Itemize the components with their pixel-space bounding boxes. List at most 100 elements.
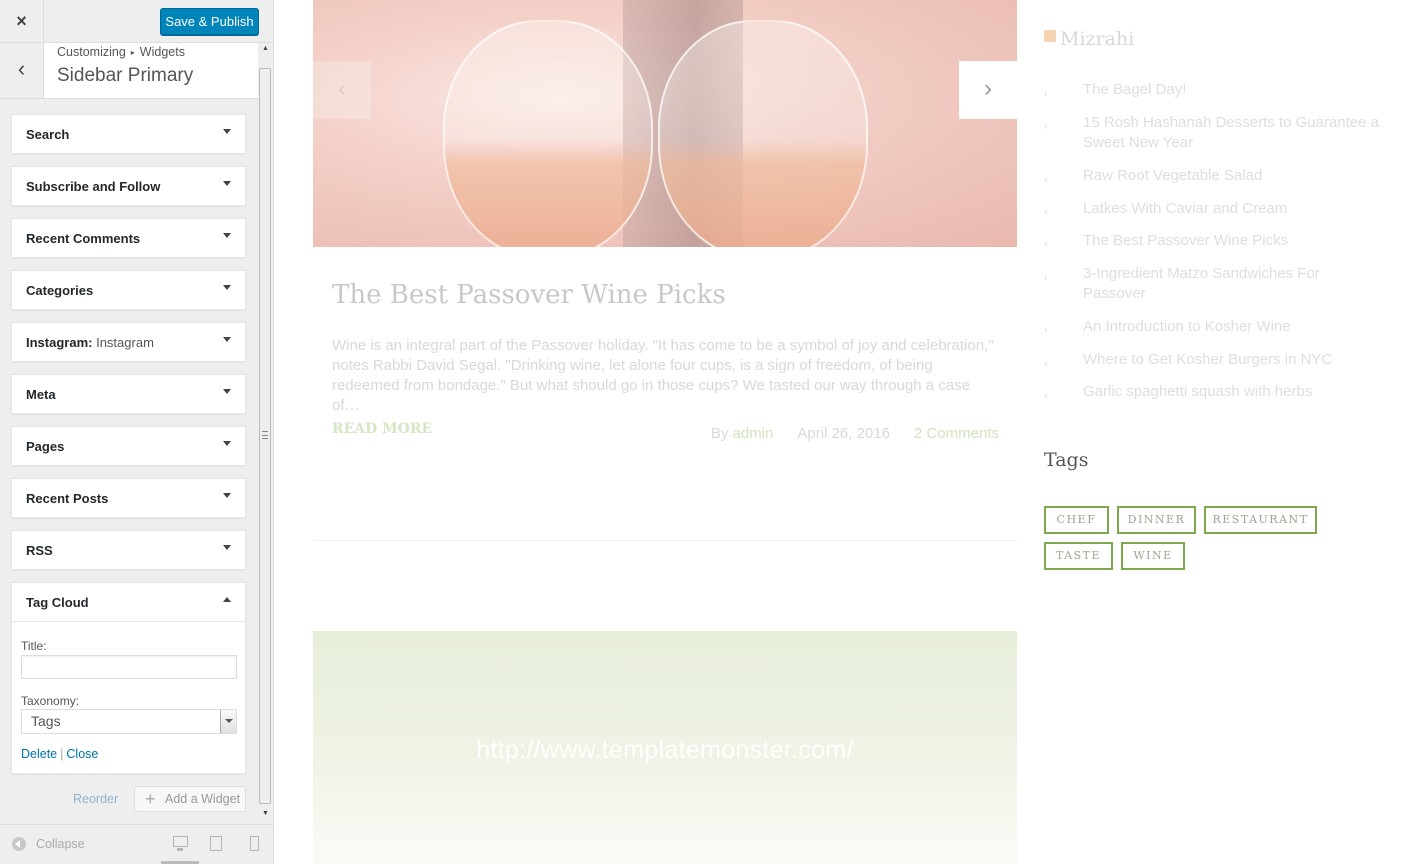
widget-pages[interactable]: Pages <box>11 426 246 466</box>
close-icon[interactable]: × <box>0 0 44 43</box>
save-publish-button[interactable]: Save & Publish <box>160 8 259 35</box>
expand-arrow-icon[interactable] <box>223 233 231 238</box>
widget-rss[interactable]: RSS <box>11 530 246 570</box>
add-widget-button[interactable]: + Add a Widget <box>134 786 246 812</box>
customizer-topbar: × Save & Publish <box>0 0 273 43</box>
rss-item-title[interactable]: 3-Ingredient Matzo Sandwiches For Passov… <box>1083 264 1384 304</box>
rss-item-title[interactable]: 15 Rosh Hashanah Desserts to Guarantee a… <box>1083 113 1384 153</box>
reorder-link[interactable]: Reorder <box>73 792 118 806</box>
widget-categories[interactable]: Categories <box>11 270 246 310</box>
delete-link[interactable]: Delete <box>21 747 57 761</box>
slider-prev-icon[interactable]: ‹ <box>313 61 371 119</box>
meta-comments-link[interactable]: 2 Comments <box>914 425 999 442</box>
rss-list-item[interactable]: › Latkes With Caviar and Cream <box>1044 199 1384 219</box>
widget-actions: Delete | Close <box>21 747 98 761</box>
tag-dinner[interactable]: DINNER <box>1117 506 1196 534</box>
title-input[interactable] <box>21 655 237 679</box>
post-title[interactable]: The Best Passover Wine Picks <box>332 280 726 310</box>
post-divider <box>313 540 1017 541</box>
back-icon[interactable]: ‹ <box>0 43 44 98</box>
expand-arrow-icon[interactable] <box>223 181 231 186</box>
widget-title: Meta <box>26 387 56 402</box>
tag-chef[interactable]: CHEF <box>1044 506 1109 534</box>
chevron-right-icon: › <box>1044 325 1048 336</box>
widget-search[interactable]: Search <box>11 114 246 154</box>
tag-wine[interactable]: WINE <box>1121 542 1185 570</box>
rss-list-item[interactable]: › The Best Passover Wine Picks <box>1044 231 1384 251</box>
rss-item-title[interactable]: An Introduction to Kosher Wine <box>1083 317 1384 337</box>
post-meta: By admin April 26, 2016 2 Comments <box>711 425 999 442</box>
collapse-arrow-icon[interactable] <box>223 597 231 602</box>
rss-item-title[interactable]: Garlic spaghetti squash with herbs <box>1083 382 1384 402</box>
expand-arrow-icon[interactable] <box>223 545 231 550</box>
widget-title-text: Instagram: <box>26 335 93 350</box>
rss-icon <box>1044 30 1056 42</box>
title-label: Title: <box>21 639 47 653</box>
tag-taste[interactable]: TASTE <box>1044 542 1113 570</box>
rss-item-title[interactable]: The Bagel Day! <box>1083 80 1384 100</box>
rss-widget-title[interactable]: Mizrahi <box>1060 28 1134 50</box>
expand-arrow-icon[interactable] <box>223 285 231 290</box>
link-post: http://www.templatemonster.com/ <box>313 631 1017 864</box>
desktop-preview-icon[interactable] <box>173 836 188 851</box>
expand-arrow-icon[interactable] <box>223 389 231 394</box>
rss-list-item[interactable]: › An Introduction to Kosher Wine <box>1044 317 1384 337</box>
widget-title: Categories <box>26 283 94 298</box>
breadcrumb-current: Widgets <box>139 45 185 59</box>
rss-item-title[interactable]: The Best Passover Wine Picks <box>1083 231 1384 251</box>
widget-title: Recent Posts <box>26 491 109 506</box>
chevron-right-icon: › <box>1044 239 1048 250</box>
meta-author-link[interactable]: admin <box>733 425 774 442</box>
widget-recent-comments[interactable]: Recent Comments <box>11 218 246 258</box>
close-link[interactable]: Close <box>66 747 98 761</box>
widget-instagram[interactable]: Instagram: Instagram <box>11 322 246 362</box>
scroll-up-arrow-icon[interactable]: ▲ <box>258 45 273 57</box>
chevron-right-icon: › <box>1044 88 1048 99</box>
taxonomy-label: Taxonomy: <box>21 694 80 708</box>
read-more-link[interactable]: READ MORE <box>332 421 432 437</box>
breadcrumb-root: Customizing <box>57 45 126 59</box>
chevron-right-icon: › <box>1044 174 1048 185</box>
rss-list-item[interactable]: › 15 Rosh Hashanah Desserts to Guarantee … <box>1044 113 1384 153</box>
widget-title: Subscribe and Follow <box>26 179 161 194</box>
tags-widget-title: Tags <box>1044 449 1089 471</box>
dropdown-arrow-icon[interactable] <box>220 710 236 733</box>
section-title: Sidebar Primary <box>57 65 194 86</box>
expand-arrow-icon[interactable] <box>223 493 231 498</box>
rss-list-item[interactable]: › 3-Ingredient Matzo Sandwiches For Passo… <box>1044 264 1384 304</box>
rss-item-title[interactable]: Raw Root Vegetable Salad <box>1083 166 1384 186</box>
widget-title: Pages <box>26 439 65 454</box>
widget-subscribe-follow[interactable]: Subscribe and Follow <box>11 166 246 206</box>
scroll-grip-icon <box>262 431 268 439</box>
tablet-preview-icon[interactable] <box>210 836 222 851</box>
panel-scrollbar[interactable]: ▲ ▼ <box>258 43 273 824</box>
link-post-url[interactable]: http://www.templatemonster.com/ <box>313 736 1017 765</box>
rss-item-title[interactable]: Latkes With Caviar and Cream <box>1083 199 1384 219</box>
meta-by: By <box>710 425 729 442</box>
scroll-thumb[interactable] <box>259 68 271 804</box>
widget-tag-cloud: Tag Cloud Title: Taxonomy: Tags Delete | C… <box>11 582 246 774</box>
slider-next-icon[interactable]: › <box>959 61 1017 119</box>
chevron-right-icon: › <box>1044 272 1048 283</box>
widget-title: Search <box>26 127 70 142</box>
tag-cloud-header[interactable]: Tag Cloud <box>12 583 245 622</box>
widget-recent-posts[interactable]: Recent Posts <box>11 478 246 518</box>
rss-list-item[interactable]: › The Bagel Day! <box>1044 80 1384 100</box>
tag-restaurant[interactable]: RESTAURANT <box>1204 506 1317 534</box>
collapse-label[interactable]: Collapse <box>36 837 85 851</box>
expand-arrow-icon[interactable] <box>223 441 231 446</box>
rss-list-item[interactable]: › Garlic spaghetti squash with herbs <box>1044 382 1384 402</box>
scroll-down-arrow-icon[interactable]: ▼ <box>258 810 273 822</box>
chevron-right-icon: › <box>1044 390 1048 401</box>
customizer-footer: Collapse <box>0 824 273 864</box>
expand-arrow-icon[interactable] <box>223 337 231 342</box>
mobile-preview-icon[interactable] <box>250 836 259 851</box>
post-slider: ‹ › <box>313 0 1017 247</box>
collapse-icon[interactable] <box>12 837 26 851</box>
rss-item-title[interactable]: Where to Get Kosher Burgers in NYC <box>1083 350 1384 370</box>
expand-arrow-icon[interactable] <box>223 129 231 134</box>
taxonomy-select[interactable]: Tags <box>21 709 237 734</box>
rss-list-item[interactable]: › Where to Get Kosher Burgers in NYC <box>1044 350 1384 370</box>
rss-list-item[interactable]: › Raw Root Vegetable Salad <box>1044 166 1384 186</box>
widget-meta[interactable]: Meta <box>11 374 246 414</box>
